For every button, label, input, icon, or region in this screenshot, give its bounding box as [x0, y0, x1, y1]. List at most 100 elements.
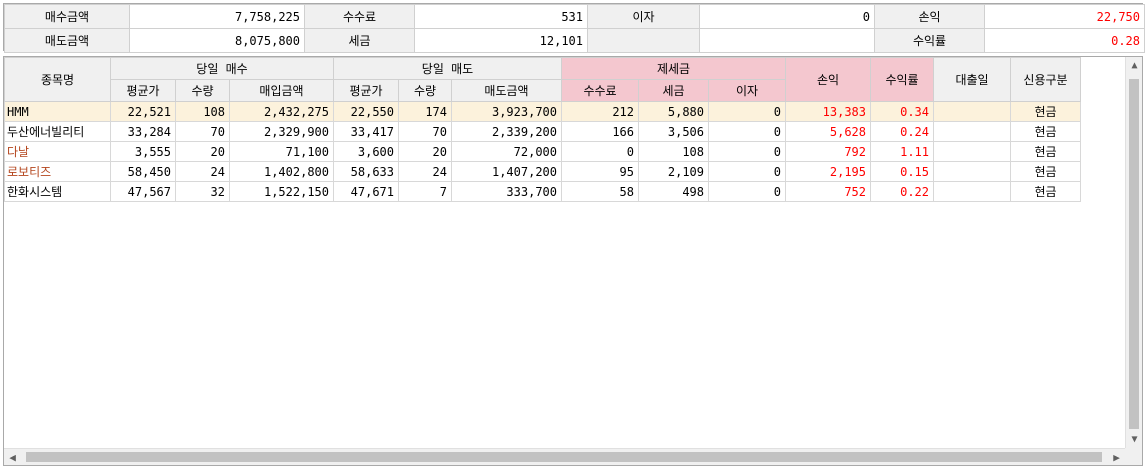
- cell-sell-amount[interactable]: 1,407,200: [451, 161, 562, 182]
- cell-fee[interactable]: 0: [561, 141, 639, 162]
- chevron-left-icon[interactable]: ◀: [4, 449, 21, 465]
- cell-profit-loss[interactable]: 2,195: [785, 161, 871, 182]
- cell-credit-type[interactable]: 현금: [1010, 121, 1081, 142]
- cell-sell-amount[interactable]: 333,700: [451, 181, 562, 202]
- vertical-scroll-thumb[interactable]: [1129, 79, 1139, 429]
- col-header-return-rate[interactable]: 수익률: [870, 57, 934, 102]
- cell-stock-name[interactable]: 두산에너빌리티: [4, 121, 111, 142]
- col-header-sell-avg[interactable]: 평균가: [333, 79, 399, 102]
- cell-buy-amount[interactable]: 1,402,800: [229, 161, 334, 182]
- cell-buy-qty[interactable]: 108: [175, 101, 230, 122]
- cell-tax[interactable]: 2,109: [638, 161, 709, 182]
- cell-sell-qty[interactable]: 24: [398, 161, 452, 182]
- cell-sell-avg[interactable]: 3,600: [333, 141, 399, 162]
- pl-value: 22,750: [984, 4, 1145, 29]
- cell-buy-amount[interactable]: 2,432,275: [229, 101, 334, 122]
- chevron-down-icon[interactable]: ▼: [1126, 431, 1142, 448]
- cell-sell-qty[interactable]: 174: [398, 101, 452, 122]
- table-row[interactable]: HMM 22,521 108 2,432,275 22,550 174 3,92…: [4, 101, 1081, 122]
- cell-interest[interactable]: 0: [708, 181, 786, 202]
- cell-interest[interactable]: 0: [708, 161, 786, 182]
- cell-loan-date[interactable]: [933, 121, 1011, 142]
- cell-profit-loss[interactable]: 13,383: [785, 101, 871, 122]
- cell-loan-date[interactable]: [933, 101, 1011, 122]
- cell-credit-type[interactable]: 현금: [1010, 181, 1081, 202]
- cell-buy-qty[interactable]: 24: [175, 161, 230, 182]
- chevron-right-icon[interactable]: ▶: [1108, 449, 1125, 465]
- cell-fee[interactable]: 166: [561, 121, 639, 142]
- horizontal-scroll-thumb[interactable]: [26, 452, 1102, 462]
- cell-stock-name[interactable]: 다날: [4, 141, 111, 162]
- col-header-profit-loss[interactable]: 손익: [785, 57, 871, 102]
- cell-buy-avg[interactable]: 3,555: [110, 141, 176, 162]
- cell-sell-avg[interactable]: 58,633: [333, 161, 399, 182]
- cell-return-rate[interactable]: 0.15: [870, 161, 934, 182]
- cell-fee[interactable]: 212: [561, 101, 639, 122]
- col-header-tax[interactable]: 세금: [638, 79, 709, 102]
- cell-sell-amount[interactable]: 2,339,200: [451, 121, 562, 142]
- col-header-interest[interactable]: 이자: [708, 79, 786, 102]
- cell-sell-avg[interactable]: 33,417: [333, 121, 399, 142]
- col-header-fee[interactable]: 수수료: [561, 79, 639, 102]
- cell-buy-qty[interactable]: 32: [175, 181, 230, 202]
- cell-tax[interactable]: 5,880: [638, 101, 709, 122]
- table-row[interactable]: 두산에너빌리티 33,284 70 2,329,900 33,417 70 2,…: [4, 121, 1081, 142]
- cell-buy-amount[interactable]: 2,329,900: [229, 121, 334, 142]
- table-row[interactable]: 로보티즈 58,450 24 1,402,800 58,633 24 1,407…: [4, 161, 1081, 182]
- cell-sell-amount[interactable]: 3,923,700: [451, 101, 562, 122]
- cell-loan-date[interactable]: [933, 141, 1011, 162]
- cell-stock-name[interactable]: 로보티즈: [4, 161, 111, 182]
- cell-credit-type[interactable]: 현금: [1010, 161, 1081, 182]
- cell-buy-qty[interactable]: 20: [175, 141, 230, 162]
- chevron-up-icon[interactable]: ▲: [1126, 57, 1142, 74]
- col-header-buy-avg[interactable]: 평균가: [110, 79, 176, 102]
- cell-stock-name[interactable]: HMM: [4, 101, 111, 122]
- cell-fee[interactable]: 95: [561, 161, 639, 182]
- cell-loan-date[interactable]: [933, 161, 1011, 182]
- col-header-credit-type[interactable]: 신용구분: [1010, 57, 1081, 102]
- cell-stock-name[interactable]: 한화시스템: [4, 181, 111, 202]
- cell-sell-qty[interactable]: 7: [398, 181, 452, 202]
- cell-fee[interactable]: 58: [561, 181, 639, 202]
- table-row[interactable]: 한화시스템 47,567 32 1,522,150 47,671 7 333,7…: [4, 181, 1081, 202]
- col-header-loan-date[interactable]: 대출일: [933, 57, 1011, 102]
- cell-buy-amount[interactable]: 1,522,150: [229, 181, 334, 202]
- cell-profit-loss[interactable]: 752: [785, 181, 871, 202]
- trade-grid[interactable]: 종목명 당일 매수 당일 매도 제세금 손익 수익률 대출일 신용구분 평균가 …: [3, 56, 1143, 466]
- vertical-scrollbar[interactable]: ▲ ▼: [1125, 57, 1142, 448]
- cell-buy-avg[interactable]: 22,521: [110, 101, 176, 122]
- cell-sell-amount[interactable]: 72,000: [451, 141, 562, 162]
- cell-return-rate[interactable]: 0.24: [870, 121, 934, 142]
- cell-profit-loss[interactable]: 792: [785, 141, 871, 162]
- cell-tax[interactable]: 3,506: [638, 121, 709, 142]
- cell-sell-avg[interactable]: 22,550: [333, 101, 399, 122]
- col-header-stock-name[interactable]: 종목명: [4, 57, 111, 102]
- cell-credit-type[interactable]: 현금: [1010, 141, 1081, 162]
- cell-sell-qty[interactable]: 70: [398, 121, 452, 142]
- cell-sell-avg[interactable]: 47,671: [333, 181, 399, 202]
- cell-buy-avg[interactable]: 47,567: [110, 181, 176, 202]
- col-header-sell-qty[interactable]: 수량: [398, 79, 452, 102]
- col-header-buy-qty[interactable]: 수량: [175, 79, 230, 102]
- cell-profit-loss[interactable]: 5,628: [785, 121, 871, 142]
- cell-buy-qty[interactable]: 70: [175, 121, 230, 142]
- cell-return-rate[interactable]: 0.22: [870, 181, 934, 202]
- cell-buy-avg[interactable]: 58,450: [110, 161, 176, 182]
- cell-return-rate[interactable]: 1.11: [870, 141, 934, 162]
- cell-tax[interactable]: 108: [638, 141, 709, 162]
- table-row[interactable]: 다날 3,555 20 71,100 3,600 20 72,000 0 108…: [4, 141, 1081, 162]
- tax-value: 12,101: [414, 28, 588, 53]
- cell-interest[interactable]: 0: [708, 101, 786, 122]
- cell-credit-type[interactable]: 현금: [1010, 101, 1081, 122]
- cell-tax[interactable]: 498: [638, 181, 709, 202]
- horizontal-scrollbar[interactable]: ◀ ▶: [4, 448, 1125, 465]
- cell-loan-date[interactable]: [933, 181, 1011, 202]
- cell-buy-amount[interactable]: 71,100: [229, 141, 334, 162]
- cell-buy-avg[interactable]: 33,284: [110, 121, 176, 142]
- col-header-sell-amount[interactable]: 매도금액: [451, 79, 562, 102]
- cell-sell-qty[interactable]: 20: [398, 141, 452, 162]
- cell-interest[interactable]: 0: [708, 141, 786, 162]
- cell-interest[interactable]: 0: [708, 121, 786, 142]
- col-header-buy-amount[interactable]: 매입금액: [229, 79, 334, 102]
- cell-return-rate[interactable]: 0.34: [870, 101, 934, 122]
